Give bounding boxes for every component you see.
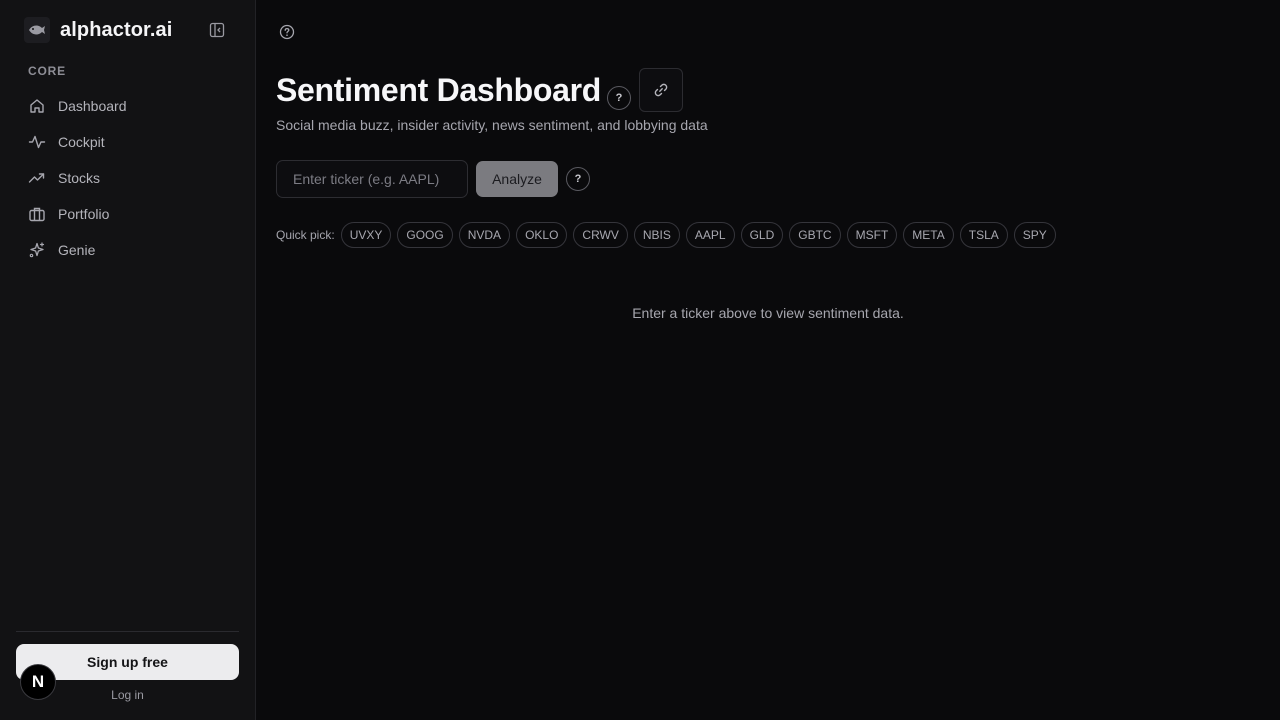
sidebar-item-label: Dashboard: [58, 98, 127, 114]
briefcase-icon: [29, 207, 45, 222]
analyze-help-button[interactable]: ?: [566, 167, 590, 191]
brand[interactable]: alphactor.ai: [24, 16, 172, 44]
help-button[interactable]: [277, 22, 297, 42]
sidebar-item-label: Cockpit: [58, 134, 105, 150]
page-subtitle: Social media buzz, insider activity, new…: [276, 117, 708, 133]
ticker-chip-oklo[interactable]: OKLO: [516, 222, 568, 248]
title-help-button[interactable]: ?: [607, 86, 632, 110]
sidebar-nav: Dashboard Cockpit Stocks Portfolio Genie: [16, 88, 240, 268]
link-icon: [654, 83, 668, 97]
empty-state-message: Enter a ticker above to view sentiment d…: [632, 305, 904, 321]
sidebar-collapse-button[interactable]: [207, 20, 227, 40]
ticker-chip-msft[interactable]: MSFT: [846, 222, 898, 248]
help-circle-icon: [279, 24, 295, 40]
main-content: Sentiment Dashboard ? Social media buzz,…: [256, 0, 1280, 720]
ticker-chip-spy[interactable]: SPY: [1013, 222, 1056, 248]
sidebar-item-stocks[interactable]: Stocks: [16, 160, 240, 196]
app-root: alphactor.ai CORE Dashboard Cockpit Stoc…: [0, 0, 1280, 720]
fish-logo-icon: [24, 17, 50, 43]
ticker-input[interactable]: [276, 160, 468, 198]
sidebar-item-label: Portfolio: [58, 206, 110, 222]
ticker-chip-crwv[interactable]: CRWV: [573, 222, 628, 248]
sidebar-item-cockpit[interactable]: Cockpit: [16, 124, 240, 160]
analyze-button[interactable]: Analyze: [476, 161, 558, 197]
framework-badge[interactable]: N: [20, 664, 56, 700]
home-icon: [30, 99, 44, 113]
sidebar-divider: [16, 631, 239, 632]
title-row: Sentiment Dashboard ?: [276, 68, 684, 112]
ticker-chip-nbis[interactable]: NBIS: [633, 222, 680, 248]
copy-link-button[interactable]: [639, 68, 684, 112]
quick-pick-row: Quick pick: UVXY GOOG NVDA OKLO CRWV NBI…: [276, 222, 1062, 248]
ticker-chip-gld[interactable]: GLD: [740, 222, 784, 248]
brand-name: alphactor.ai: [60, 18, 173, 41]
ticker-chip-tsla[interactable]: TSLA: [959, 222, 1008, 248]
ticker-chip-gbtc[interactable]: GBTC: [789, 222, 841, 248]
page-title: Sentiment Dashboard: [276, 71, 602, 108]
sidebar-item-label: Stocks: [58, 170, 101, 186]
ticker-chip-aapl[interactable]: AAPL: [685, 222, 735, 248]
quick-pick-label: Quick pick:: [276, 228, 335, 242]
sidebar-item-genie[interactable]: Genie: [16, 232, 240, 268]
sidebar: alphactor.ai CORE Dashboard Cockpit Stoc…: [0, 0, 256, 720]
activity-icon: [28, 135, 46, 149]
sidebar-item-portfolio[interactable]: Portfolio: [16, 196, 240, 232]
ticker-chip-goog[interactable]: GOOG: [397, 222, 453, 248]
ticker-chip-nvda[interactable]: NVDA: [458, 222, 511, 248]
ticker-chip-uvxy[interactable]: UVXY: [340, 222, 392, 248]
section-label-core: CORE: [28, 64, 66, 78]
ticker-chip-meta[interactable]: META: [903, 222, 954, 248]
sidebar-item-dashboard[interactable]: Dashboard: [16, 88, 240, 124]
sparkles-icon: [29, 242, 45, 258]
trending-up-icon: [28, 173, 45, 183]
panel-left-icon: [209, 22, 225, 38]
sidebar-item-label: Genie: [58, 242, 96, 258]
ticker-search-row: Analyze ?: [276, 160, 590, 198]
